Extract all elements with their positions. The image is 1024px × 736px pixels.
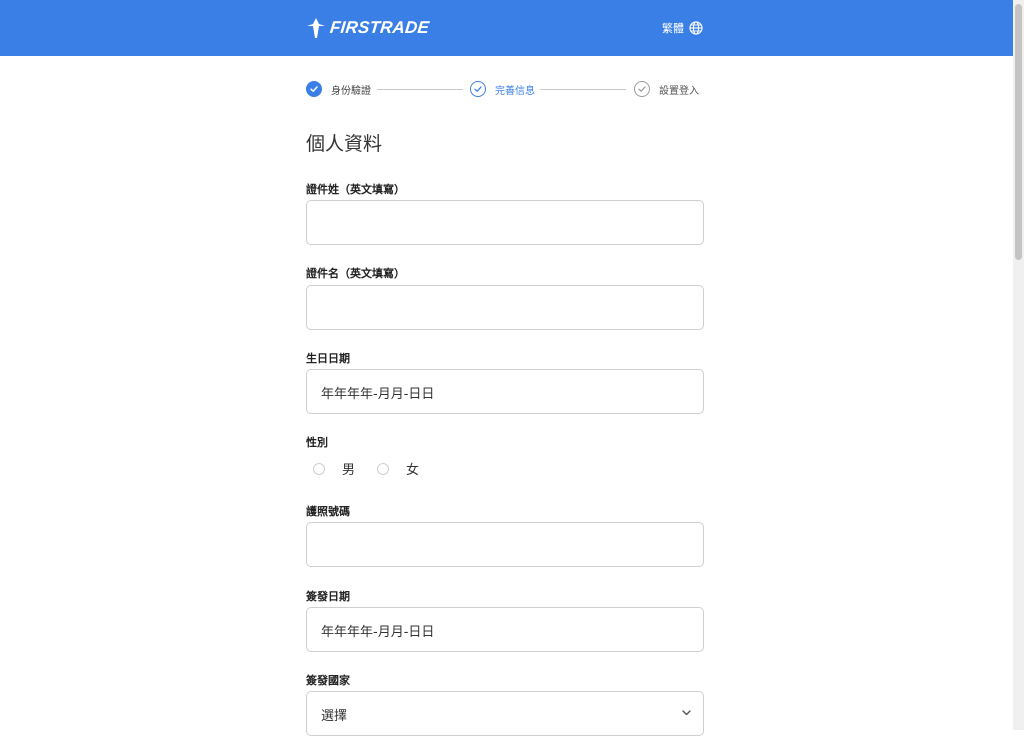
step-label: 設置登入: [659, 85, 699, 97]
gender-option-male[interactable]: 男: [313, 459, 355, 478]
gender-label: 性別: [306, 436, 328, 449]
issue-date-label: 簽發日期: [306, 590, 350, 603]
globe-icon: [689, 21, 703, 35]
top-header: FIRSTRADE 繁體: [0, 0, 1013, 56]
step-setup-login: 設置登入: [634, 81, 699, 97]
radio-label: 男: [342, 463, 356, 478]
surname-label: 證件姓（英文填寫）: [306, 183, 405, 196]
brand-logo[interactable]: FIRSTRADE: [306, 14, 431, 42]
progress-stepper: 身份驗證 完善信息 設置登入: [306, 81, 704, 99]
page-title: 個人資料: [306, 133, 383, 155]
passport-number-input[interactable]: [306, 522, 704, 567]
step-label: 身份驗證: [331, 85, 371, 97]
issue-date-placeholder: 年年年年-月月-日日: [321, 625, 435, 640]
birth-date-placeholder: 年年年年-月月-日日: [321, 387, 435, 402]
issue-country-selected: 選擇: [321, 709, 348, 724]
step-pending-check-icon: [634, 81, 650, 97]
scrollbar-thumb[interactable]: [1015, 4, 1022, 260]
gender-radio-group: 男 女: [313, 459, 441, 478]
issue-date-input[interactable]: 年年年年-月月-日日: [306, 607, 704, 652]
step-connector: [377, 89, 463, 90]
chevron-down-icon: [682, 710, 691, 716]
issue-country-label: 簽發國家: [306, 674, 350, 687]
language-label: 繁體: [662, 22, 684, 35]
gender-option-female[interactable]: 女: [377, 459, 419, 478]
language-switcher[interactable]: 繁體: [662, 20, 703, 36]
surname-input[interactable]: [306, 200, 704, 245]
step-complete-info: 完善信息: [470, 81, 535, 97]
step-completed-check-icon: [306, 81, 322, 97]
radio-label: 女: [406, 463, 420, 478]
radio-button[interactable]: [377, 462, 390, 475]
radio-button[interactable]: [313, 462, 325, 475]
step-connector: [540, 89, 626, 90]
given-name-label: 證件名（英文填寫）: [306, 267, 405, 280]
step-active-check-icon: [470, 81, 486, 97]
firstrade-logo-icon: [307, 18, 325, 38]
step-label: 完善信息: [495, 85, 535, 97]
passport-number-label: 護照號碼: [306, 505, 350, 518]
brand-name: FIRSTRADE: [329, 18, 431, 37]
birth-date-label: 生日日期: [306, 352, 350, 365]
step-identity-verification: 身份驗證: [306, 81, 371, 97]
page-scrollbar[interactable]: [1013, 0, 1024, 730]
issue-country-select[interactable]: 選擇: [306, 691, 704, 736]
given-name-input[interactable]: [306, 285, 704, 330]
birth-date-input[interactable]: 年年年年-月月-日日: [306, 369, 704, 414]
